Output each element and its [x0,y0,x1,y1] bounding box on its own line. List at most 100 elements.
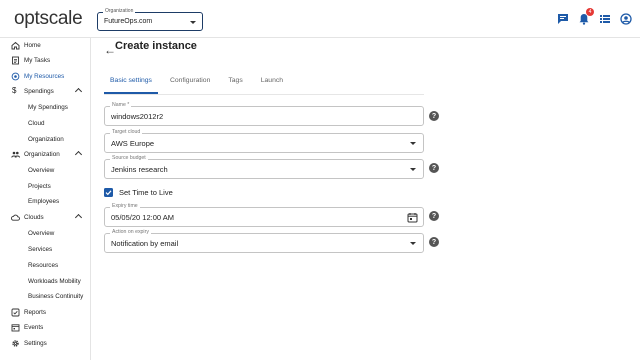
help-icon[interactable]: ? [429,111,439,121]
resources-icon [11,72,20,81]
sidebar-item-projects[interactable]: Projects [0,179,91,194]
sidebar-item-spendings[interactable]: $ Spendings [0,84,91,99]
sidebar-item-label: Reports [24,309,47,316]
tab-basic-settings[interactable]: Basic settings [104,74,158,94]
chevron-up-icon[interactable] [74,87,83,96]
tab-bar: Basic settings Configuration Tags Launch [104,74,295,94]
sidebar-item-label: My Resources [24,73,65,80]
help-icon[interactable]: ? [429,211,439,221]
sidebar-item-label: Clouds [24,214,44,221]
gear-icon [11,339,20,348]
sidebar-item-label: Events [24,324,44,331]
sidebar-item-my-resources[interactable]: My Resources [0,69,91,84]
sidebar-item-clouds[interactable]: Clouds [0,210,91,225]
tab-configuration[interactable]: Configuration [164,74,216,94]
ttl-checkbox[interactable] [104,187,113,197]
tabs-divider [104,94,424,95]
expiry-time-value: 05/05/20 12:00 AM [111,213,174,222]
sidebar-item-label: Resources [28,262,59,269]
source-budget-select[interactable]: Source budget Jenkins research [104,155,424,179]
sidebar-item-label: Overview [28,230,55,237]
target-cloud-value: AWS Europe [111,139,155,148]
organization-select[interactable]: Organization FutureOps.com [97,8,203,31]
chevron-down-icon [410,168,416,171]
sidebar-item-label: Projects [28,183,51,190]
source-budget-value: Jenkins research [111,165,168,174]
top-bar: optscale Organization FutureOps.com 4 [0,0,640,38]
expiry-time-label: Expiry time [110,203,140,209]
target-cloud-select[interactable]: Target cloud AWS Europe [104,129,424,153]
sidebar-item-my-spendings[interactable]: My Spendings [0,100,91,115]
sidebar-item-label: Cloud [28,120,45,127]
sidebar-item-events[interactable]: Events [0,320,91,335]
dollar-icon: $ [12,86,17,95]
sidebar-item-cloud[interactable]: Cloud [0,116,91,131]
sidebar-item-label: Home [24,42,41,49]
chevron-down-icon [190,21,196,24]
sidebar-item-label: Business Continuity [28,293,84,300]
sidebar-item-business-continuity[interactable]: Business Continuity [0,289,91,304]
name-field-value: windows2012r2 [111,112,164,121]
ttl-checkbox-label: Set Time to Live [119,187,173,197]
organization-select-label: Organization [103,8,136,14]
name-field-label: Name * [110,102,132,108]
reports-icon [11,308,20,317]
sidebar-item-home[interactable]: Home [0,38,91,53]
sidebar-item-workloads-mobility[interactable]: Workloads Mobility [0,274,91,289]
sidebar-item-label: Employees [28,198,60,205]
chat-icon[interactable] [557,13,569,25]
sidebar-item-settings[interactable]: Settings [0,336,91,351]
cloud-icon [11,213,20,222]
sidebar-item-clouds-overview[interactable]: Overview [0,226,91,241]
account-icon[interactable] [620,13,632,25]
sidebar-item-organization[interactable]: Organization [0,147,91,162]
sidebar-item-label: Workloads Mobility [28,278,81,285]
notification-badge: 4 [586,8,594,16]
chevron-down-icon [410,142,416,145]
chevron-up-icon[interactable] [74,150,83,159]
sidebar-item-employees[interactable]: Employees [0,194,91,209]
chevron-down-icon [410,242,416,245]
source-budget-label: Source budget [110,155,148,161]
action-on-expiry-value: Notification by email [111,239,179,248]
main-content: ← Create instance Basic settings Configu… [92,38,640,360]
check-icon [105,189,112,195]
app-logo[interactable]: optscale [14,8,83,30]
list-icon[interactable] [599,13,611,25]
help-icon[interactable]: ? [429,163,439,173]
events-icon [11,323,20,332]
sidebar-item-label: Services [28,246,53,253]
sidebar-item-my-tasks[interactable]: My Tasks [0,53,91,68]
tasks-icon [11,56,20,65]
sidebar-item-services[interactable]: Services [0,242,91,257]
people-icon [11,150,20,159]
action-on-expiry-label: Action on expiry [110,229,151,235]
sidebar-item-reports[interactable]: Reports [0,305,91,320]
sidebar-item-org-overview[interactable]: Overview [0,163,91,178]
sidebar-item-resources[interactable]: Resources [0,258,91,273]
sidebar-item-label: Organization [24,151,60,158]
ttl-checkbox-row[interactable]: Set Time to Live [104,186,173,198]
chevron-up-icon[interactable] [74,213,83,222]
top-icons: 4 [557,8,632,25]
page-title: Create instance [115,40,197,52]
action-on-expiry-select[interactable]: Action on expiry Notification by email [104,229,424,253]
expiry-time-field[interactable]: Expiry time 05/05/20 12:00 AM [104,203,424,227]
bell-icon[interactable]: 4 [578,8,594,25]
sidebar-item-label: Spendings [24,88,54,95]
sidebar-item-label: My Tasks [24,57,51,64]
sidebar-item-label: My Spendings [28,104,68,111]
sidebar-item-label: Overview [28,167,55,174]
tab-tags[interactable]: Tags [222,74,248,94]
organization-select-value: FutureOps.com [104,18,153,25]
sidebar-item-label: Organization [28,136,64,143]
home-icon [11,41,20,50]
name-field[interactable]: Name * windows2012r2 [104,102,424,126]
sidebar-item-label: Settings [24,340,47,347]
calendar-icon[interactable] [407,212,418,223]
tab-launch[interactable]: Launch [255,74,289,94]
sidebar-item-spendings-organization[interactable]: Organization [0,132,91,147]
target-cloud-label: Target cloud [110,129,143,135]
sidebar: Home My Tasks My Resources $ Spendings M… [0,38,91,360]
help-icon[interactable]: ? [429,237,439,247]
